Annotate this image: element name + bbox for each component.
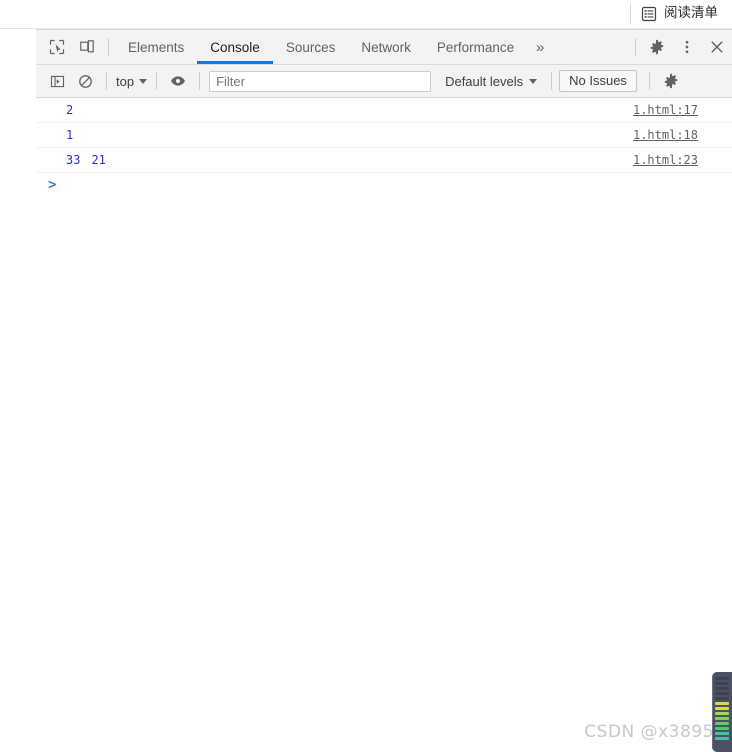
console-toolbar-separator-5 xyxy=(648,72,650,90)
log-level-label: Default levels xyxy=(445,73,524,89)
console-toolbar: top Default levels No Issues xyxy=(36,65,732,98)
prompt-caret-icon: > xyxy=(48,177,57,193)
tab-console[interactable]: Console xyxy=(197,30,273,64)
close-devtools-button[interactable] xyxy=(702,30,732,64)
watermark: CSDN @x3895 xyxy=(584,722,714,742)
device-toolbar-icon xyxy=(80,40,94,53)
console-message-text: 1 xyxy=(36,128,73,142)
console-toolbar-separator-3 xyxy=(199,72,201,90)
toolbar-divider xyxy=(630,4,631,24)
console-value: 2 xyxy=(66,103,74,117)
meter-segment xyxy=(715,717,729,720)
console-toolbar-separator-2 xyxy=(156,72,158,90)
chevron-double-right-icon: » xyxy=(535,38,545,56)
live-expression-button[interactable] xyxy=(164,68,192,94)
tabbar-spacer xyxy=(553,30,629,64)
console-message-text: 33 21 xyxy=(36,153,106,167)
console-toolbar-separator-1 xyxy=(106,72,107,90)
meter-segment xyxy=(715,712,729,715)
kebab-menu-icon xyxy=(685,40,689,54)
tabbar-separator xyxy=(108,38,109,56)
table-row[interactable]: 2 1.html:17 xyxy=(36,98,732,123)
gear-icon xyxy=(650,39,664,55)
devtools-tabbar: Elements Console Sources Network Perform… xyxy=(36,30,732,65)
tab-sources-label: Sources xyxy=(285,39,336,55)
devtools-settings-button[interactable] xyxy=(642,30,672,64)
console-value: 33 xyxy=(66,153,81,167)
issues-label: No Issues xyxy=(569,73,627,88)
issues-button[interactable]: No Issues xyxy=(559,70,637,92)
tab-elements-label: Elements xyxy=(128,39,185,55)
inspect-element-button[interactable] xyxy=(42,30,72,64)
console-value: 21 xyxy=(91,153,106,167)
meter-segment xyxy=(715,707,729,710)
reading-list-button[interactable]: 阅读清单 xyxy=(641,6,718,22)
console-settings-button[interactable] xyxy=(657,68,685,94)
browser-toolbar: 阅读清单 xyxy=(0,0,732,28)
console-filter-input[interactable] xyxy=(209,70,432,92)
tabbar-separator-right xyxy=(635,38,636,56)
console-message-text: 2 xyxy=(36,103,73,117)
tab-network-label: Network xyxy=(361,39,411,55)
meter-segment xyxy=(715,702,729,705)
meter-segment xyxy=(715,722,729,725)
devtools-panel: Elements Console Sources Network Perform… xyxy=(36,29,732,752)
chevron-down-icon xyxy=(139,78,148,84)
meter-segment xyxy=(715,677,729,680)
console-source-link[interactable]: 1.html:17 xyxy=(633,103,732,117)
meter-segment xyxy=(715,727,729,730)
console-sidebar-icon xyxy=(50,75,64,87)
table-row[interactable]: 33 21 1.html:23 xyxy=(36,148,732,173)
meter-segment xyxy=(715,687,729,690)
console-value: 1 xyxy=(66,128,74,142)
chevron-down-icon xyxy=(529,78,538,84)
meter-segment xyxy=(715,692,729,695)
console-toolbar-separator-4 xyxy=(551,72,553,90)
clear-console-icon xyxy=(78,74,92,88)
execution-context-selector[interactable]: top xyxy=(114,74,149,89)
console-source-link[interactable]: 1.html:23 xyxy=(633,153,732,167)
meter-segment xyxy=(715,732,729,735)
tab-console-label: Console xyxy=(210,39,260,55)
clear-console-button[interactable] xyxy=(71,68,99,94)
console-prompt[interactable]: > xyxy=(36,173,732,197)
gear-icon xyxy=(664,73,678,89)
log-level-selector[interactable]: Default levels xyxy=(445,73,538,89)
execution-context-label: top xyxy=(116,73,135,89)
tab-performance-label: Performance xyxy=(436,39,515,55)
close-icon xyxy=(711,41,723,53)
more-tabs-button[interactable]: » xyxy=(527,30,553,64)
devtools-main-menu-button[interactable] xyxy=(672,30,702,64)
tab-sources[interactable]: Sources xyxy=(273,30,349,64)
reading-list-icon xyxy=(641,6,657,22)
meter-segment xyxy=(715,682,729,685)
live-expression-eye-icon xyxy=(171,76,185,86)
level-meter-widget xyxy=(712,672,732,752)
device-toolbar-button[interactable] xyxy=(72,30,102,64)
meter-segment xyxy=(715,697,729,700)
tab-network[interactable]: Network xyxy=(348,30,424,64)
table-row[interactable]: 1 1.html:18 xyxy=(36,123,732,148)
tab-elements[interactable]: Elements xyxy=(115,30,197,64)
reading-list-label: 阅读清单 xyxy=(664,5,718,22)
tab-performance[interactable]: Performance xyxy=(424,30,527,64)
console-source-link[interactable]: 1.html:18 xyxy=(633,128,732,142)
meter-segment xyxy=(715,737,729,740)
inspect-element-icon xyxy=(49,39,65,55)
console-sidebar-toggle[interactable] xyxy=(43,68,71,94)
console-message-list[interactable]: 2 1.html:17 1 1.html:18 33 21 1.html:23 … xyxy=(36,98,732,751)
